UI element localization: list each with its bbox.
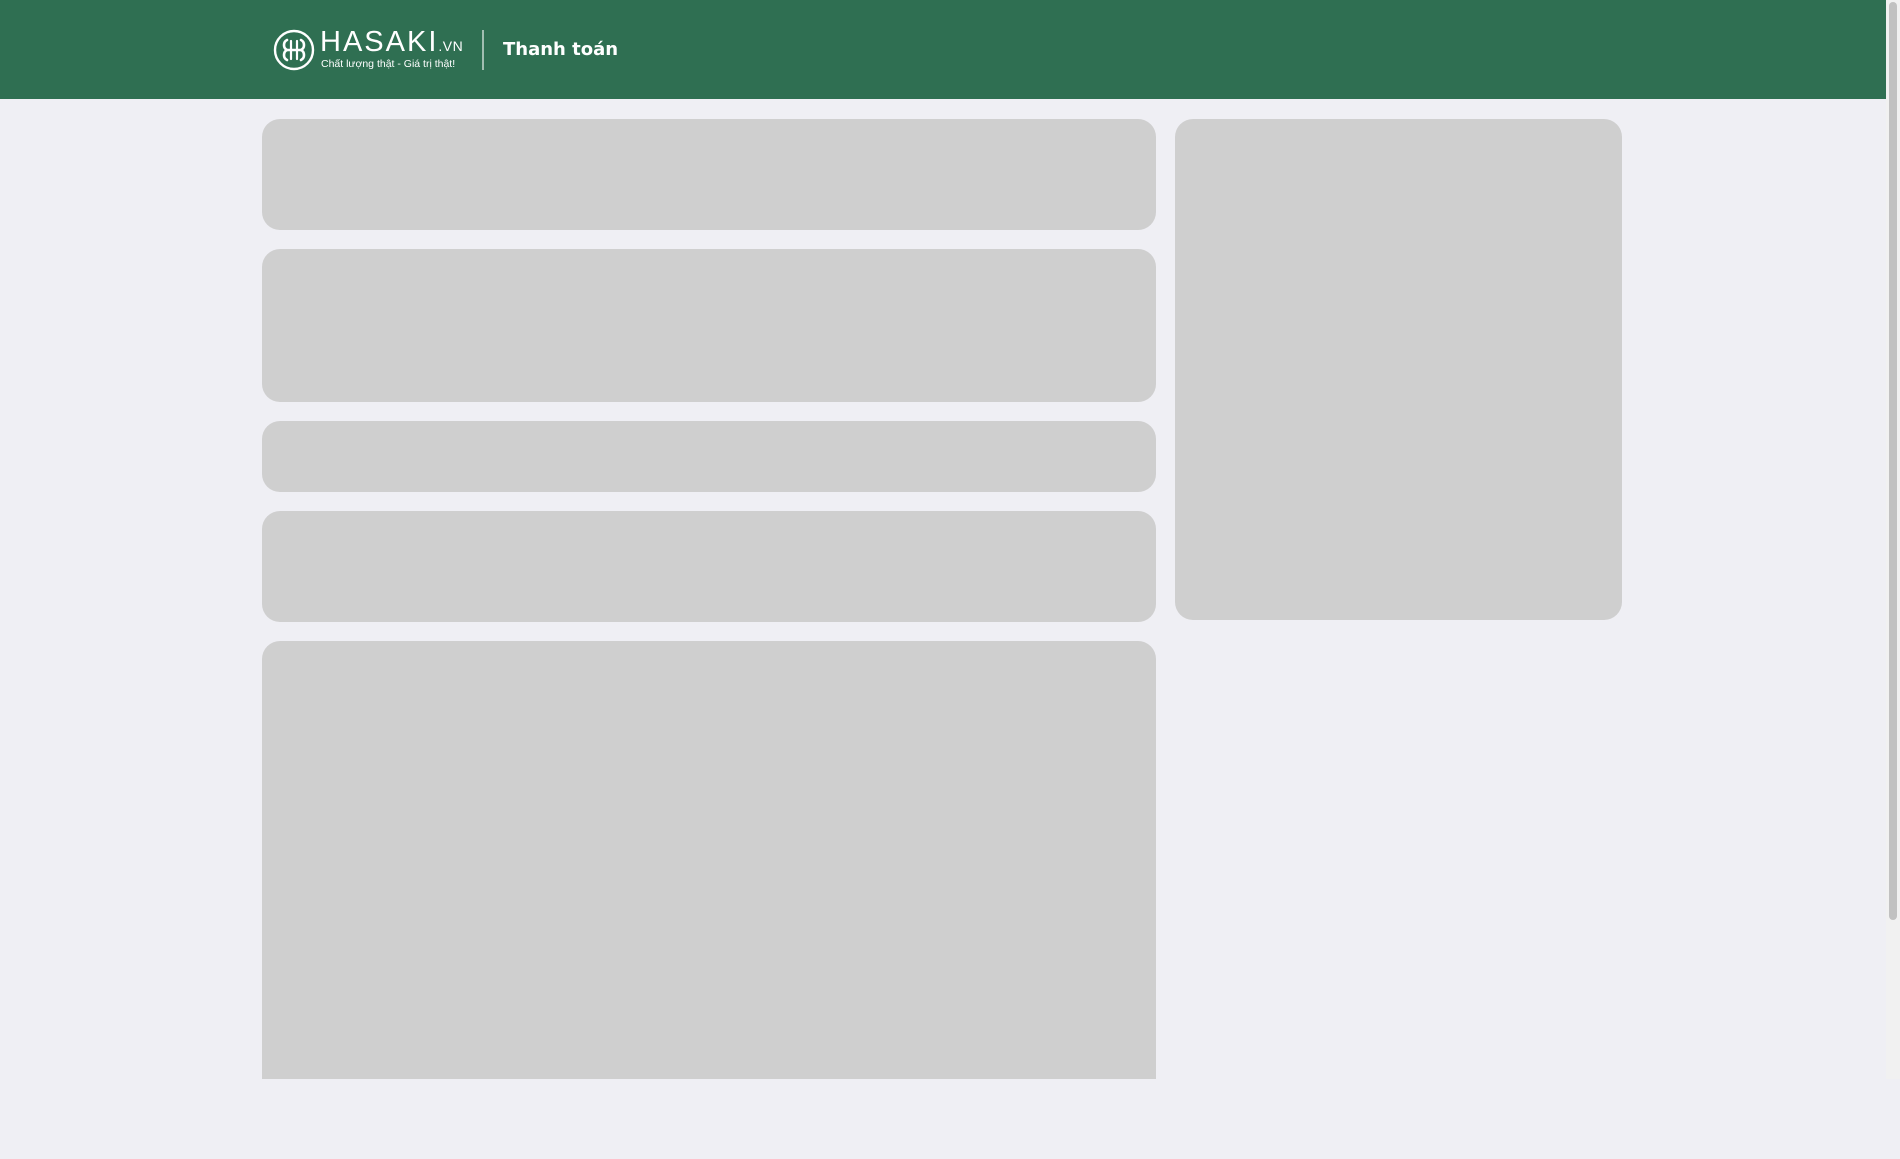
scrollbar-thumb[interactable] xyxy=(1889,2,1897,920)
loading-placeholder-payment xyxy=(262,511,1156,622)
loading-placeholder-delivery xyxy=(262,249,1156,402)
page-scrollbar[interactable] xyxy=(1886,0,1900,1079)
loading-placeholder-note xyxy=(262,421,1156,492)
site-header: HASAKI.VN Chất lượng thật - Giá trị thật… xyxy=(0,0,1886,99)
brand-tagline: Chất lượng thật - Giá trị thật! xyxy=(321,58,456,70)
page-title: Thanh toán xyxy=(503,39,619,60)
loading-placeholder-address xyxy=(262,119,1156,230)
brand-tld: .VN xyxy=(438,38,464,54)
loading-placeholder-products xyxy=(262,641,1156,1079)
hasaki-logo-icon xyxy=(273,29,315,71)
brand-name: HASAKI.VN xyxy=(320,26,464,58)
hasaki-logo-link[interactable]: HASAKI.VN Chất lượng thật - Giá trị thật… xyxy=(273,27,463,73)
header-divider xyxy=(482,30,484,70)
loading-placeholder-order-summary xyxy=(1175,119,1622,620)
